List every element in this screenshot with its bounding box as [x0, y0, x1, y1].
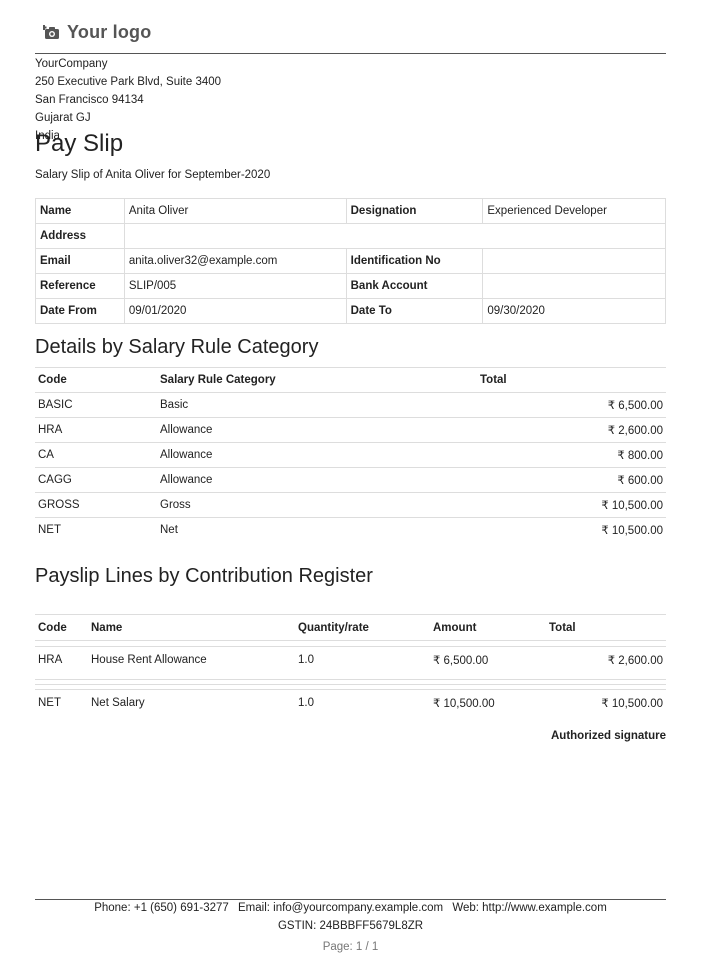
employee-info-table: Name Anita Oliver Designation Experience…	[35, 198, 667, 324]
row-code: CA	[35, 442, 157, 468]
row-total: ₹ 800.00	[477, 442, 666, 468]
table-row: HRA House Rent Allowance 1.0 ₹ 6,500.00 …	[35, 647, 666, 673]
row-category: Allowance	[157, 467, 477, 493]
column-header-total: Total	[549, 621, 576, 634]
column-header-total: Total	[477, 367, 666, 393]
name-label: Name	[35, 198, 125, 224]
row-category: Gross	[157, 492, 477, 518]
column-header-code: Code	[38, 621, 67, 634]
row-amount: ₹ 6,500.00	[433, 655, 489, 667]
row-code: HRA	[35, 417, 157, 443]
table-header-row: Code Name Quantity/rate Amount Total	[35, 614, 666, 641]
company-city: San Francisco 94134	[35, 94, 144, 106]
row-category: Basic	[157, 392, 477, 418]
table-row: CA Allowance ₹ 800.00	[35, 442, 666, 468]
table-row: BASIC Basic ₹ 6,500.00	[35, 392, 666, 418]
email-value: anita.oliver32@example.com	[123, 248, 347, 274]
authorized-signature: Authorized signature	[550, 730, 666, 742]
contribution-heading: Payslip Lines by Contribution Register	[35, 565, 373, 587]
date-from-value: 09/01/2020	[123, 298, 347, 324]
reference-value: SLIP/005	[123, 273, 347, 299]
table-header-row: Code Salary Rule Category Total	[35, 367, 666, 393]
footer-gstin: GSTIN: 24BBBFF5679L8ZR	[277, 920, 424, 932]
column-header-amount: Amount	[433, 621, 477, 634]
info-row: Date From 09/01/2020 Date To 09/30/2020	[35, 298, 666, 324]
row-category: Allowance	[157, 442, 477, 468]
bank-account-label: Bank Account	[345, 273, 484, 299]
row-name: House Rent Allowance	[91, 654, 207, 666]
footer-contact: Phone: +1 (650) 691-3277 Email: info@you…	[35, 902, 666, 914]
company-street: 250 Executive Park Blvd, Suite 3400	[35, 76, 222, 88]
company-name: YourCompany	[35, 58, 108, 70]
row-total: ₹ 6,500.00	[477, 392, 666, 418]
page-title: Pay Slip	[35, 130, 124, 157]
row-code: NET	[38, 697, 61, 709]
row-divider	[35, 684, 666, 685]
row-amount: ₹ 10,500.00	[433, 698, 495, 710]
row-code: GROSS	[35, 492, 157, 518]
company-state: Gujarat GJ	[35, 112, 91, 124]
date-to-value: 09/30/2020	[482, 298, 666, 324]
table-row: GROSS Gross ₹ 10,500.00	[35, 492, 666, 518]
row-category: Allowance	[157, 417, 477, 443]
footer-email: Email: info@yourcompany.example.com	[238, 902, 444, 914]
page-number: Page: 1 / 1	[322, 941, 379, 953]
identification-value	[482, 248, 666, 274]
table-row: NET Net ₹ 10,500.00	[35, 517, 666, 542]
row-code: HRA	[38, 654, 63, 666]
info-row: Address	[35, 223, 667, 249]
footer-divider	[35, 899, 666, 900]
page-subtitle: Salary Slip of Anita Oliver for Septembe…	[35, 169, 271, 181]
row-name: Net Salary	[91, 697, 145, 709]
date-from-label: Date From	[35, 298, 125, 324]
row-quantity: 1.0	[298, 654, 314, 666]
salary-category-heading: Details by Salary Rule Category	[35, 336, 319, 358]
footer-web: Web: http://www.example.com	[452, 902, 607, 914]
row-total: ₹ 10,500.00	[601, 698, 663, 710]
row-code: BASIC	[35, 392, 157, 418]
column-header-name: Name	[91, 621, 123, 634]
row-total: ₹ 10,500.00	[477, 517, 666, 542]
footer-phone: Phone: +1 (650) 691-3277	[94, 902, 229, 914]
column-header-category: Salary Rule Category	[157, 367, 477, 393]
row-code: CAGG	[35, 467, 157, 493]
company-logo: Your logo	[43, 22, 151, 43]
address-value	[123, 223, 667, 249]
table-row: HRA Allowance ₹ 2,600.00	[35, 417, 666, 443]
row-divider	[35, 679, 666, 680]
logo-text: Your logo	[67, 22, 152, 42]
info-row: Reference SLIP/005 Bank Account	[35, 273, 666, 299]
camera-icon	[43, 24, 59, 39]
table-row: NET Net Salary 1.0 ₹ 10,500.00 ₹ 10,500.…	[35, 690, 666, 716]
payslip-page: Your logo YourCompany 250 Executive Park…	[35, 0, 667, 971]
table-row: CAGG Allowance ₹ 600.00	[35, 467, 666, 493]
row-code: NET	[35, 517, 157, 542]
row-total: ₹ 2,600.00	[607, 655, 663, 667]
identification-label: Identification No	[345, 248, 484, 274]
header-divider	[35, 53, 666, 54]
date-to-label: Date To	[345, 298, 484, 324]
email-label: Email	[35, 248, 125, 274]
row-total: ₹ 2,600.00	[477, 417, 666, 443]
designation-label: Designation	[345, 198, 484, 224]
row-total: ₹ 10,500.00	[477, 492, 666, 518]
info-row: Email anita.oliver32@example.com Identif…	[35, 248, 666, 274]
row-category: Net	[157, 517, 477, 542]
row-quantity: 1.0	[298, 697, 314, 709]
name-value: Anita Oliver	[123, 198, 347, 224]
column-header-quantity: Quantity/rate	[298, 621, 369, 634]
designation-value: Experienced Developer	[482, 198, 666, 224]
address-label: Address	[35, 223, 125, 249]
contribution-table: Code Name Quantity/rate Amount Total HRA…	[35, 614, 666, 716]
bank-account-value	[482, 273, 666, 299]
info-row: Name Anita Oliver Designation Experience…	[35, 198, 666, 224]
salary-category-table: Code Salary Rule Category Total BASIC Ba…	[35, 367, 666, 542]
column-header-code: Code	[35, 367, 157, 393]
row-total: ₹ 600.00	[477, 467, 666, 493]
reference-label: Reference	[35, 273, 125, 299]
